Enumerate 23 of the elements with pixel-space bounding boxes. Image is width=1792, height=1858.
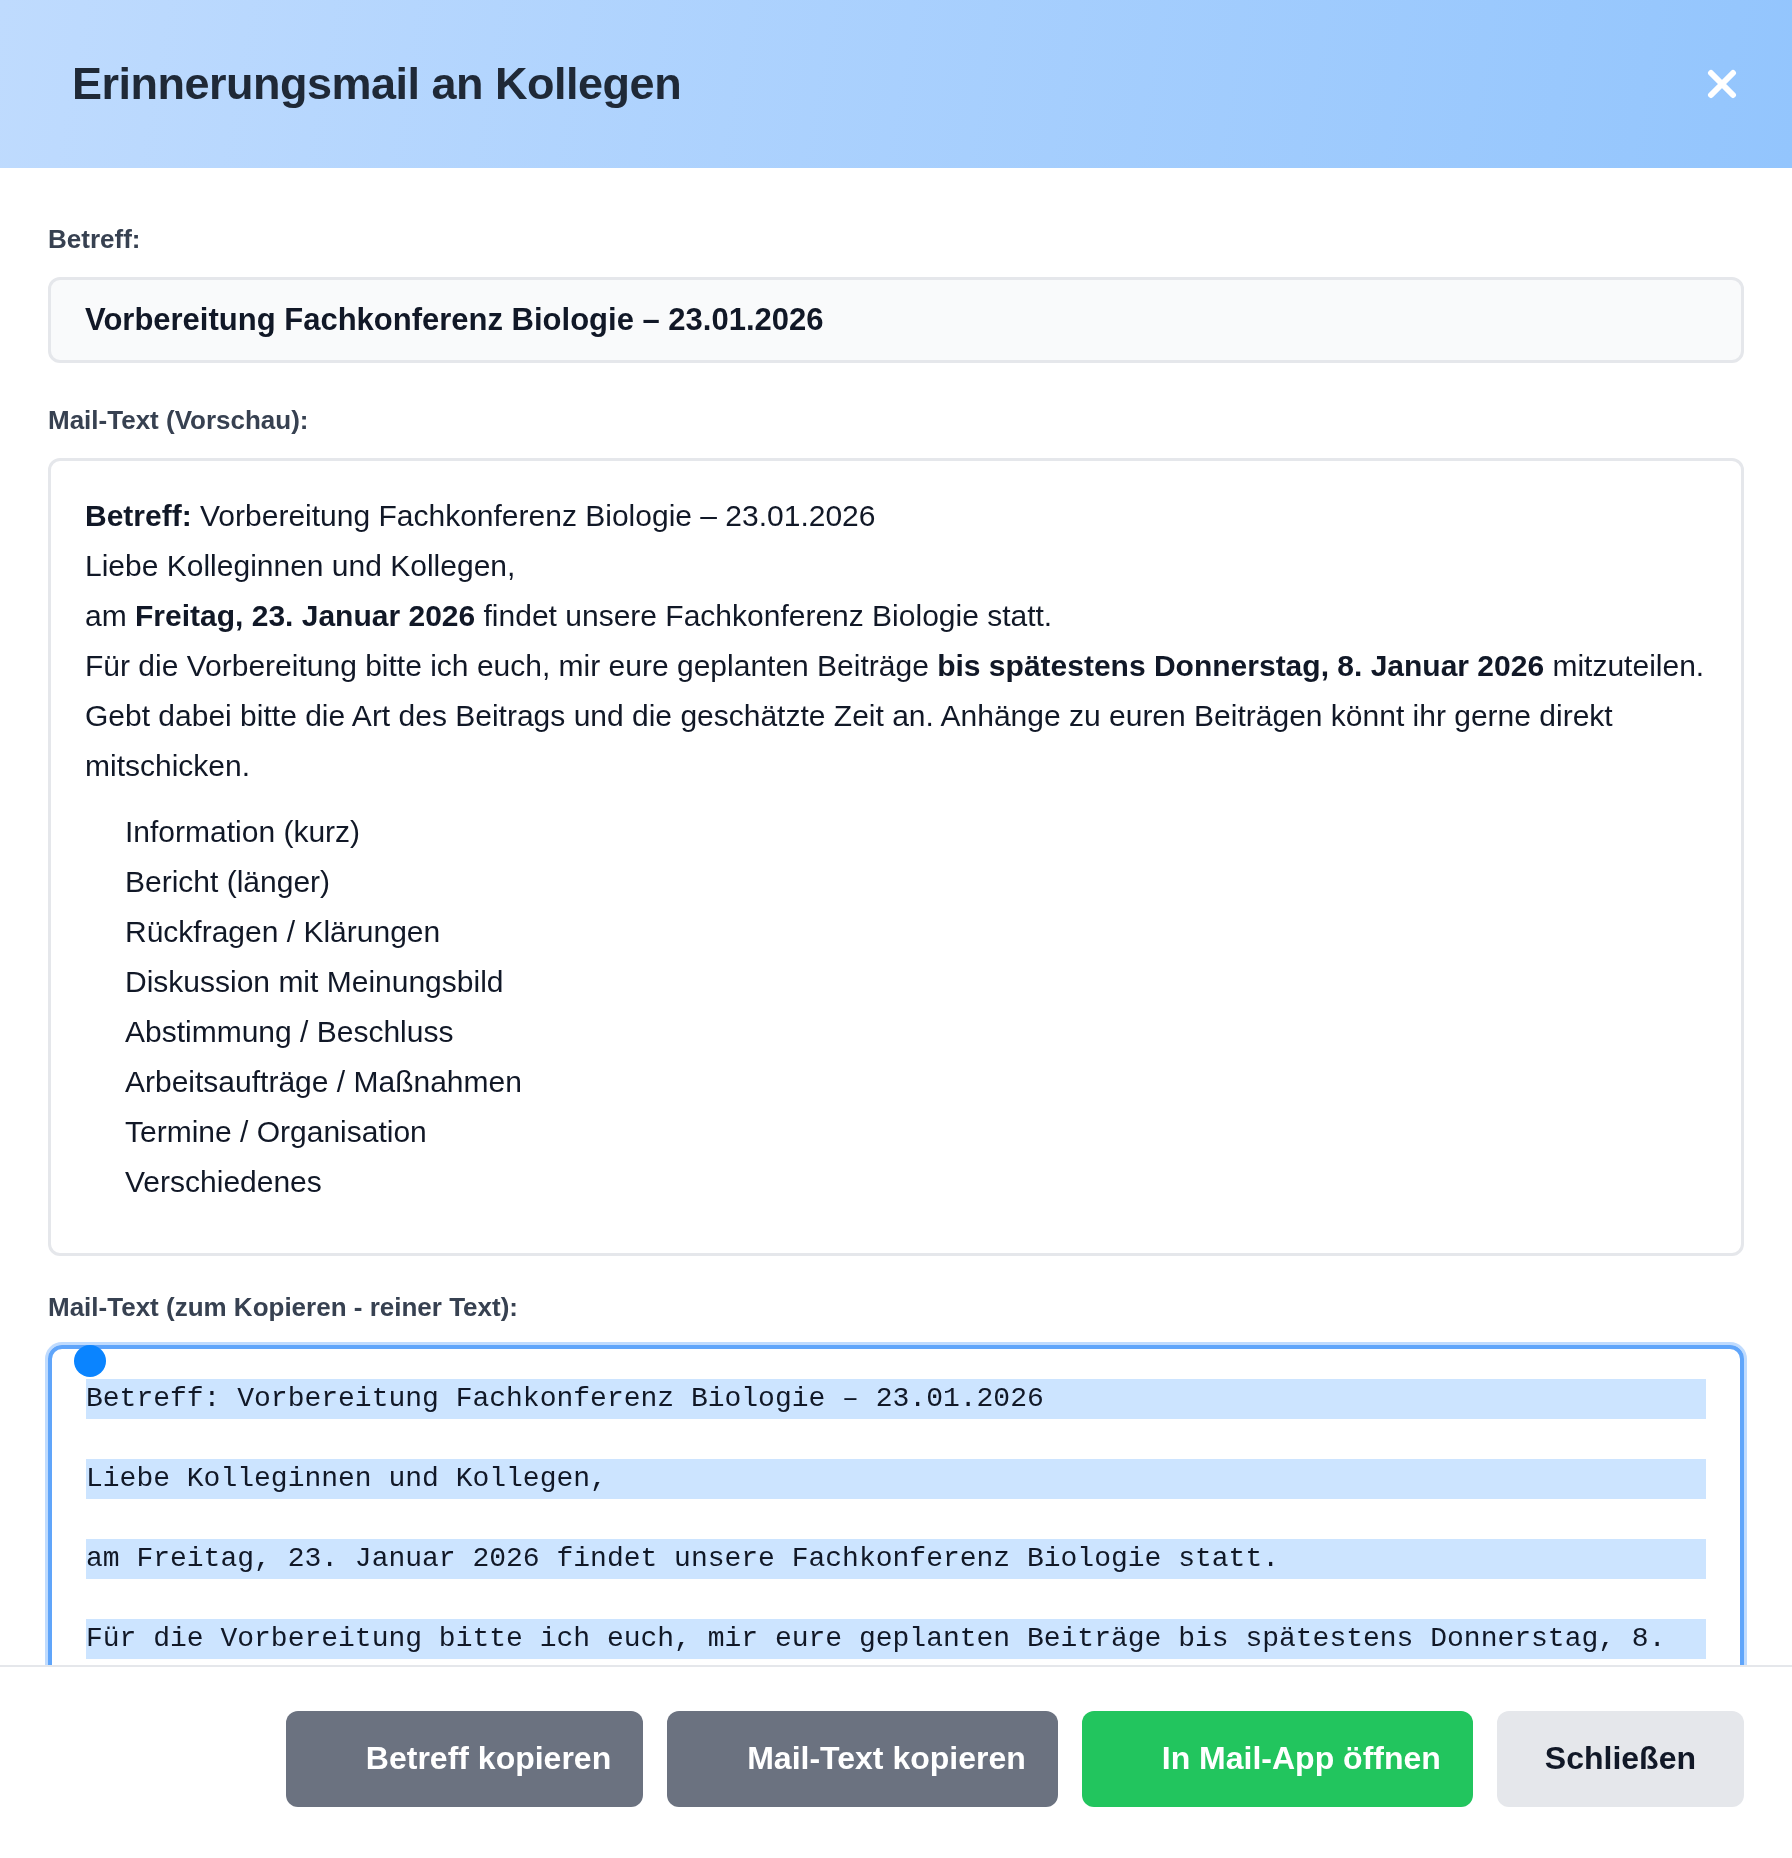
preview-paragraph: Betreff: Vorbereitung Fachkonferenz Biologie – 23.01.2026	[85, 498, 877, 534]
list-item: Diskussion mit Meinungsbild	[125, 964, 505, 1000]
field-label: Betreff:	[48, 224, 142, 255]
action-button[interactable]: Betreff kopieren	[285, 1710, 644, 1807]
field-label: Mail-Text (zum Kopieren - reiner Text):	[48, 1292, 519, 1323]
field-label: Mail-Text (Vorschau):	[48, 405, 310, 436]
preview-paragraph: Liebe Kolleginnen und Kollegen,	[85, 548, 517, 584]
selection-handle[interactable]	[74, 1345, 106, 1377]
list-item: Termine / Organisation	[125, 1114, 428, 1150]
list-item: Information (kurz)	[125, 814, 362, 850]
list-item: Abstimmung / Beschluss	[125, 1014, 455, 1050]
preview-paragraph: Für die Vorbereitung bitte ich euch, mir eure geplanten Beiträge bis spätestens Donnerstag, 8. Januar 2026 mitzuteilen.	[85, 648, 1706, 684]
preview-paragraph: am Freitag, 23. Januar 2026 findet unsere Fachkonferenz Biologie statt.	[85, 598, 1054, 634]
preview-paragraph: Gebt dabei bitte die Art des Beitrags und die geschätzte Zeit an. Anhänge zu euren Beiträgen könnt ihr gerne direkt mitschicken.	[85, 698, 1614, 784]
close-icon	[1707, 69, 1737, 99]
list-item: Bericht (länger)	[125, 864, 332, 900]
action-button[interactable]: Mail-Text kopieren	[667, 1710, 1058, 1807]
action-button[interactable]: Schließen	[1496, 1710, 1744, 1807]
list-item: Arbeitsaufträge / Maßnahmen	[125, 1064, 523, 1100]
subject-field[interactable]: Vorbereitung Fachkonferenz Biologie – 23.01.2026	[48, 277, 1744, 363]
list-item: Rückfragen / Klärungen	[125, 914, 442, 950]
dialog-title: Erinnerungsmail an Kollegen	[72, 58, 682, 110]
list-item: Verschiedenes	[125, 1164, 323, 1200]
